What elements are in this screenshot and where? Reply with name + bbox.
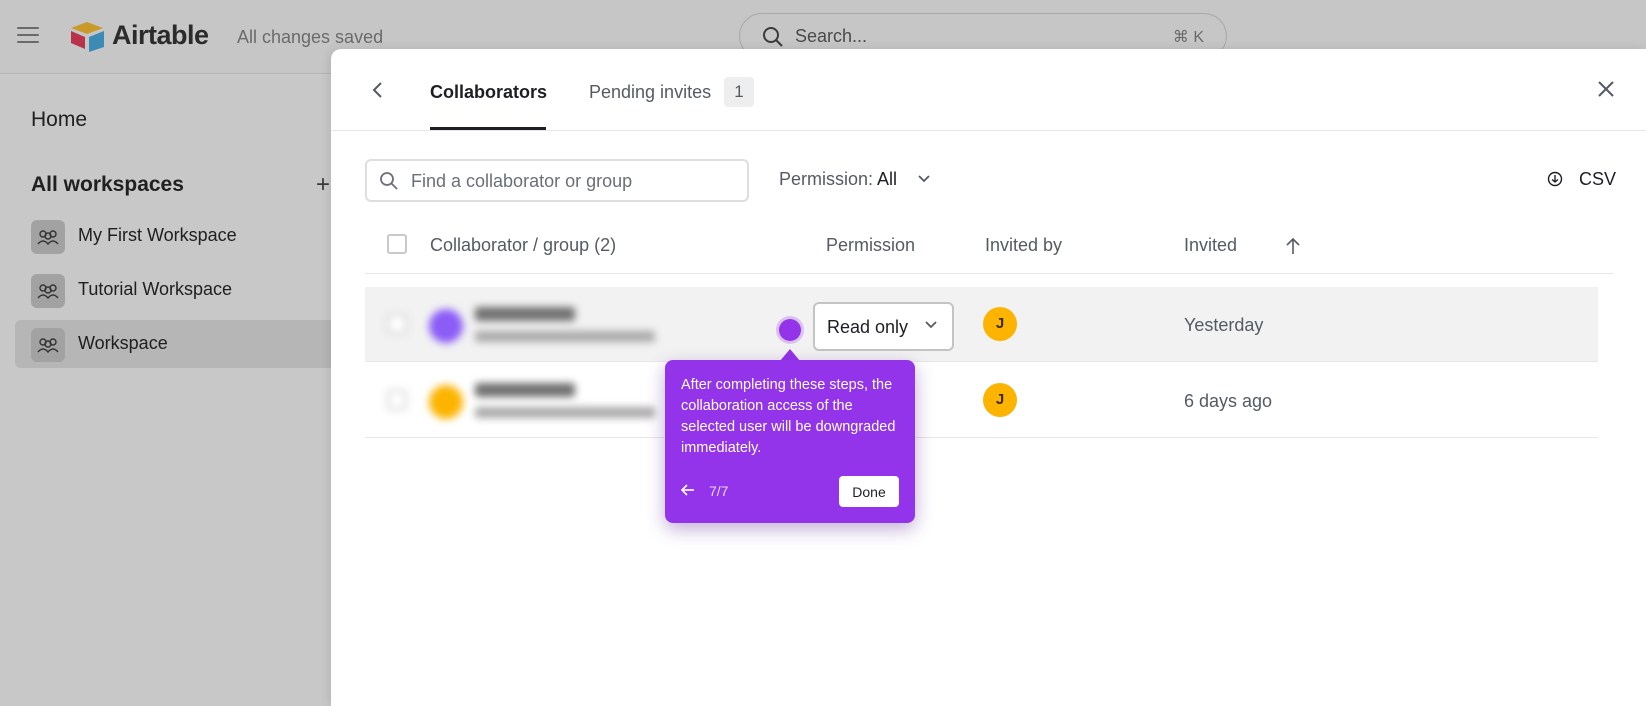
search-shortcut: ⌘ K — [1172, 29, 1204, 46]
tooltip-step-counter: 7/7 — [709, 483, 729, 499]
collaborator-email — [475, 407, 655, 418]
invited-date: 6 days ago — [1184, 391, 1273, 411]
permission-select-value: Read only — [827, 317, 909, 337]
select-all-checkbox[interactable] — [387, 234, 407, 254]
find-collaborator-input[interactable] — [411, 167, 731, 195]
menu-icon[interactable] — [17, 27, 39, 45]
column-invited-by[interactable]: Invited by — [985, 235, 1062, 256]
sidebar-home[interactable]: Home — [31, 108, 87, 132]
brand-name: Airtable — [112, 20, 209, 50]
table-row[interactable]: J 6 days ago — [365, 363, 1598, 438]
people-icon — [31, 220, 65, 254]
add-workspace-button[interactable]: + — [316, 171, 330, 199]
collaborator-name — [475, 383, 575, 397]
sidebar-item-label: Tutorial Workspace — [78, 279, 233, 299]
sidebar-item-workspace[interactable]: Workspace — [15, 320, 335, 368]
people-icon — [31, 328, 65, 362]
avatar — [429, 309, 463, 343]
back-icon[interactable] — [371, 80, 385, 100]
modal-tabs: Collaborators Pending invites 1 — [331, 49, 1646, 131]
column-permission[interactable]: Permission — [826, 235, 915, 256]
people-icon — [31, 274, 65, 308]
inviter-avatar: J — [983, 383, 1017, 417]
sidebar-item-label: Workspace — [78, 333, 168, 353]
airtable-logo — [71, 22, 104, 52]
sidebar: Home All workspaces + My First Workspace… — [0, 75, 335, 706]
arrow-left-icon[interactable] — [680, 483, 696, 497]
table-row[interactable]: J Yesterday — [365, 287, 1598, 362]
search-icon — [763, 27, 783, 47]
csv-export-button[interactable]: CSV — [1579, 169, 1616, 190]
row-checkbox[interactable] — [387, 390, 407, 410]
tour-hotspot — [779, 319, 801, 341]
avatar — [429, 385, 463, 419]
pending-count-badge: 1 — [724, 77, 754, 107]
table-header: Collaborator / group (2) Permission Invi… — [365, 214, 1614, 274]
search-placeholder: Search... — [795, 26, 868, 46]
sidebar-item-label: My First Workspace — [78, 225, 237, 245]
collaborator-name — [475, 307, 575, 321]
close-icon[interactable] — [1596, 79, 1616, 99]
collaborators-modal: Collaborators Pending invites 1 Permissi… — [331, 49, 1646, 706]
active-tab-indicator — [430, 127, 546, 130]
sidebar-item-tutorial-workspace[interactable]: Tutorial Workspace — [15, 266, 335, 314]
sidebar-section-title: All workspaces — [31, 173, 184, 196]
sort-ascending-icon[interactable] — [1285, 236, 1301, 256]
tour-tooltip: After completing these steps, the collab… — [665, 360, 915, 523]
inviter-avatar: J — [983, 307, 1017, 341]
chevron-down-icon[interactable] — [917, 174, 931, 184]
search-icon — [380, 172, 398, 190]
chevron-down-icon — [925, 321, 937, 329]
download-icon[interactable] — [1547, 171, 1563, 187]
permission-select[interactable]: Read only — [813, 302, 954, 351]
column-invited[interactable]: Invited — [1184, 235, 1237, 256]
permission-filter-prefix: Permission: — [779, 169, 874, 189]
save-status: All changes saved — [237, 27, 384, 47]
done-button[interactable]: Done — [839, 476, 899, 507]
tab-collaborators[interactable]: Collaborators — [430, 82, 547, 103]
row-checkbox[interactable] — [387, 314, 407, 334]
permission-filter-value: All — [877, 169, 898, 189]
collaborator-email — [475, 331, 655, 342]
tooltip-text: After completing these steps, the collab… — [681, 377, 896, 456]
blurred-collaborator — [387, 287, 749, 362]
column-collaborator[interactable]: Collaborator / group (2) — [430, 235, 616, 256]
find-collaborator-field[interactable] — [365, 159, 749, 202]
invited-date: Yesterday — [1184, 315, 1264, 335]
permission-filter[interactable]: Permission: All — [779, 169, 897, 190]
sidebar-item-my-first-workspace[interactable]: My First Workspace — [15, 212, 335, 260]
tab-pending-invites[interactable]: Pending invites — [589, 82, 711, 103]
